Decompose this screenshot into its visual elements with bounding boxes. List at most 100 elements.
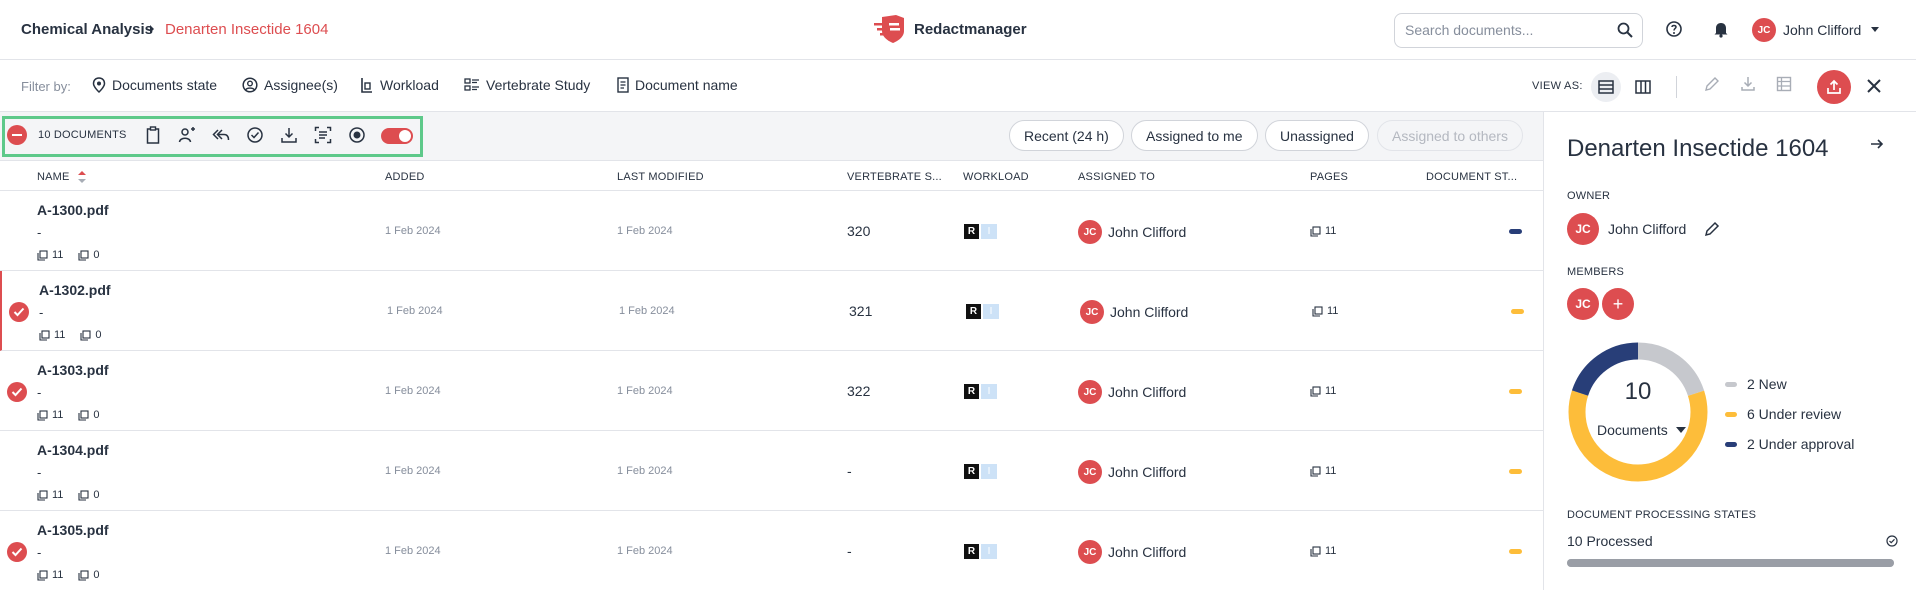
legend-under-approval[interactable]: 2 Under approval <box>1725 436 1854 452</box>
file-meta: 11 0 <box>37 249 100 261</box>
column-workload[interactable]: WORKLOAD <box>963 171 1029 183</box>
approve-button[interactable] <box>246 126 264 144</box>
row-checkbox-checked[interactable] <box>9 302 29 322</box>
edit-button[interactable] <box>1704 76 1720 92</box>
pencil-icon <box>1705 77 1719 91</box>
file-name[interactable]: A-1300.pdf <box>37 202 109 218</box>
assignee[interactable]: JC John Clifford <box>1078 380 1186 404</box>
breadcrumb-current[interactable]: Denarten Insectide 1604 <box>165 21 328 38</box>
close-icon[interactable] <box>1865 77 1883 95</box>
table-row[interactable]: A-1305.pdf -11 0 1 Feb 2024 1 Feb 2024- R I JC J… <box>0 511 1543 590</box>
legend-under-approval-label: 2 Under approval <box>1747 436 1855 452</box>
filter-workload[interactable]: Workload <box>360 77 439 93</box>
filter-vertebrate-study[interactable]: Vertebrate Study <box>464 77 590 93</box>
columns-icon <box>1635 80 1651 94</box>
legend-under-review[interactable]: 6 Under review <box>1725 406 1841 422</box>
arrow-right-icon[interactable] <box>1870 138 1884 150</box>
table-row[interactable]: A-1303.pdf -11 0 1 Feb 2024 1 Feb 2024 322 R I J… <box>0 351 1543 431</box>
donut-subtitle: Documents <box>1597 422 1668 438</box>
pages-icon <box>39 329 50 341</box>
scan-icon <box>314 126 332 144</box>
document-status-indicator <box>1509 389 1522 394</box>
quick-filter-assigned-to-me[interactable]: Assigned to me <box>1131 120 1258 151</box>
upload-button[interactable] <box>1817 70 1851 104</box>
file-name[interactable]: A-1303.pdf <box>37 362 109 378</box>
filter-document-name[interactable]: Document name <box>617 77 738 93</box>
column-added[interactable]: ADDED <box>385 171 425 183</box>
file-name[interactable]: A-1302.pdf <box>39 282 111 298</box>
page-count-value: 11 <box>1325 385 1337 397</box>
table-row[interactable]: A-1300.pdf -11 0 1 Feb 2024 1 Feb 2024 320 R I J… <box>0 191 1543 271</box>
column-document-status[interactable]: DOCUMENT ST... <box>1426 171 1517 183</box>
assignee[interactable]: JC John Clifford <box>1078 460 1186 484</box>
table-settings-button[interactable] <box>1776 76 1792 92</box>
check-circle-icon <box>1886 535 1898 547</box>
workload-badges: RI <box>964 224 997 239</box>
breadcrumb-root[interactable]: Chemical Analysis <box>21 21 153 38</box>
column-last-modified[interactable]: LAST MODIFIED <box>617 171 704 183</box>
user-menu[interactable]: JC John Clifford <box>1752 17 1880 43</box>
quick-filter-recent[interactable]: Recent (24 h) <box>1009 120 1124 151</box>
column-pages[interactable]: PAGES <box>1310 171 1348 183</box>
column-name[interactable]: NAME <box>37 171 86 183</box>
file-subtitle: - <box>37 385 42 400</box>
file-comments-count: 0 <box>93 569 100 581</box>
row-checkbox-checked[interactable] <box>7 382 27 402</box>
assign-user-button[interactable] <box>178 126 196 144</box>
filter-label-documents-state: Documents state <box>112 77 218 93</box>
download-icon <box>281 128 297 143</box>
file-meta: 11 0 <box>39 329 102 341</box>
toggle-switch[interactable] <box>381 128 413 144</box>
filter-label-assignees: Assignee(s) <box>264 77 338 93</box>
ocr-button[interactable] <box>314 126 332 144</box>
row-checkbox-checked[interactable] <box>7 542 27 562</box>
notifications-icon[interactable] <box>1712 20 1730 38</box>
filter-documents-state[interactable]: Documents state <box>92 77 217 93</box>
download-button[interactable] <box>1740 76 1756 92</box>
vertebrate-study-value: 321 <box>849 303 873 319</box>
assignee-avatar: JC <box>1080 300 1104 324</box>
top-bar: Chemical Analysis Denarten Insectide 160… <box>0 0 1916 60</box>
file-comments-count: 0 <box>93 249 100 261</box>
download-selected-button[interactable] <box>280 126 298 144</box>
search-icon[interactable] <box>1617 22 1633 38</box>
table-row[interactable]: A-1302.pdf -11 0 1 Feb 2024 1 Feb 2024 321 R I J… <box>0 271 1543 351</box>
file-comments-count: 0 <box>95 329 102 341</box>
filter-assignees[interactable]: Assignee(s) <box>242 77 338 93</box>
assignee[interactable]: JC John Clifford <box>1078 540 1186 564</box>
filter-label-document-name: Document name <box>635 77 738 93</box>
record-button[interactable] <box>348 126 366 144</box>
legend-new[interactable]: 2 New <box>1725 376 1787 392</box>
search-box[interactable] <box>1394 13 1643 48</box>
file-name[interactable]: A-1305.pdf <box>37 522 109 538</box>
assignee[interactable]: JC John Clifford <box>1078 220 1186 244</box>
assignee[interactable]: JC John Clifford <box>1080 300 1188 324</box>
add-member-button[interactable]: + <box>1602 288 1634 320</box>
edit-owner-icon[interactable] <box>1704 221 1720 237</box>
deselect-all-button[interactable] <box>7 125 27 145</box>
workload-image-badge: I <box>983 304 999 319</box>
pages-icon <box>1310 225 1321 237</box>
board-view-button[interactable] <box>1628 72 1658 102</box>
document-status-indicator <box>1509 469 1522 474</box>
list-view-button[interactable] <box>1591 72 1621 102</box>
added-date: 1 Feb 2024 <box>385 465 441 477</box>
reply-all-button[interactable] <box>212 126 230 144</box>
assignee-name: John Clifford <box>1108 384 1187 400</box>
workload-icon <box>361 78 372 93</box>
delete-button[interactable] <box>145 126 161 144</box>
reply-all-icon <box>212 129 230 141</box>
column-assigned-to[interactable]: ASSIGNED TO <box>1078 171 1155 183</box>
help-icon[interactable] <box>1665 20 1683 38</box>
search-input[interactable] <box>1405 22 1605 38</box>
file-comments-count: 0 <box>93 489 100 501</box>
table-header: NAME ADDED LAST MODIFIED VERTEBRATE S...… <box>0 161 1543 191</box>
file-pages-count: 11 <box>52 409 64 421</box>
column-vertebrate-study[interactable]: VERTEBRATE S... <box>847 171 942 183</box>
owner-label: OWNER <box>1567 190 1611 202</box>
quick-filter-unassigned[interactable]: Unassigned <box>1265 120 1369 151</box>
table-row[interactable]: A-1304.pdf -11 0 1 Feb 2024 1 Feb 2024- R I JC J… <box>0 431 1543 511</box>
workload-badges: RI <box>966 304 999 319</box>
file-name[interactable]: A-1304.pdf <box>37 442 109 458</box>
donut-filter-dropdown[interactable]: Documents <box>1597 422 1686 438</box>
